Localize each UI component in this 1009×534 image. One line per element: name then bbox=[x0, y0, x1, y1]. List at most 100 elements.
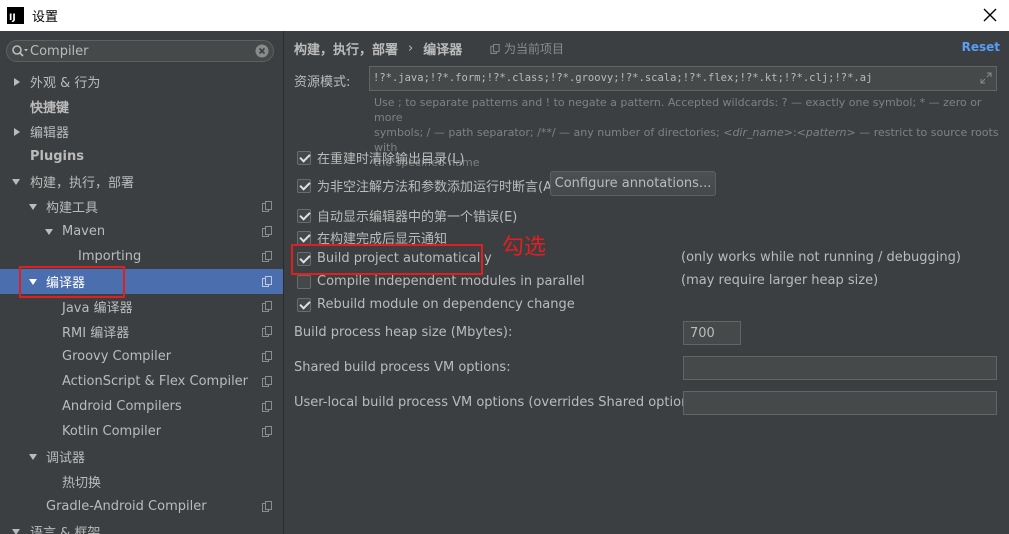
show-first-error-label: 自动显示编辑器中的第一个错误(E) bbox=[317, 210, 518, 225]
highlight-box-compiler bbox=[19, 266, 125, 298]
breadcrumb-current: 编译器 bbox=[423, 43, 463, 58]
tree-item-maven[interactable]: Maven bbox=[0, 219, 283, 244]
expand-right-icon[interactable] bbox=[12, 77, 22, 87]
project-copy-icon bbox=[262, 251, 272, 262]
resource-patterns-hint: Use ; to separate patterns and ! to nega… bbox=[374, 95, 999, 170]
tree-item-languages-frameworks[interactable]: 语言 & 框架 bbox=[0, 519, 283, 534]
compiler-settings-panel: 构建，执行，部署 › 编译器 为当前项目 Reset 资源模式: !?*.jav… bbox=[285, 31, 1009, 534]
tree-item-label: 外观 & 行为 bbox=[30, 76, 101, 91]
hint-line: the specified name bbox=[374, 156, 480, 169]
hint-line: symbols; / — path separator; /**/ — any … bbox=[374, 126, 999, 154]
tree-item-label: 编辑器 bbox=[30, 126, 70, 141]
window-title: 设置 bbox=[32, 10, 59, 25]
title-bar: IJ 设置 bbox=[0, 0, 1009, 31]
add-assertions-checkbox[interactable] bbox=[297, 178, 311, 193]
project-copy-icon bbox=[262, 401, 272, 412]
search-box[interactable] bbox=[6, 40, 274, 62]
tree-item-label: 调试器 bbox=[46, 451, 86, 466]
tree-item-label: 构建，执行，部署 bbox=[30, 176, 135, 191]
collapse-down-icon[interactable] bbox=[28, 202, 38, 212]
collapse-down-icon[interactable] bbox=[28, 452, 38, 462]
tree-item-rmi-compiler[interactable]: RMI 编译器 bbox=[0, 319, 283, 344]
expand-right-icon[interactable] bbox=[12, 127, 22, 137]
project-copy-icon bbox=[262, 376, 272, 387]
for-current-project-label: 为当前项目 bbox=[504, 42, 565, 56]
project-copy-icon bbox=[262, 301, 272, 312]
clear-output-option[interactable]: 在重建时清除输出目录(L) bbox=[297, 148, 464, 167]
hint-line: Use ; to separate patterns and ! to nega… bbox=[374, 96, 982, 124]
tree-item-editor[interactable]: 编辑器 bbox=[0, 119, 283, 144]
tree-item-label: 热切换 bbox=[62, 476, 102, 491]
tree-item-android-compilers[interactable]: Android Compilers bbox=[0, 394, 283, 419]
show-first-error-checkbox[interactable] bbox=[297, 208, 311, 223]
tree-item-label: ActionScript & Flex Compiler bbox=[62, 374, 249, 389]
tree-item-label: Kotlin Compiler bbox=[62, 424, 162, 439]
tree-item-label: 语言 & 框架 bbox=[30, 526, 101, 534]
tree-item-label: Groovy Compiler bbox=[62, 349, 172, 364]
rebuild-on-change-checkbox[interactable] bbox=[297, 297, 311, 312]
tree-item-groovy-compiler[interactable]: Groovy Compiler bbox=[0, 344, 283, 369]
heap-size-label: Build process heap size (Mbytes): bbox=[294, 325, 513, 340]
project-copy-icon bbox=[262, 426, 272, 437]
tree-item-label: Gradle-Android Compiler bbox=[46, 499, 207, 514]
search-icon[interactable] bbox=[11, 44, 29, 58]
close-icon[interactable] bbox=[980, 5, 1000, 25]
show-first-error-option[interactable]: 自动显示编辑器中的第一个错误(E) bbox=[297, 206, 517, 225]
user-vm-options-input[interactable] bbox=[683, 391, 997, 415]
heap-size-input[interactable] bbox=[683, 321, 741, 345]
tree-item-build-tools[interactable]: 构建工具 bbox=[0, 194, 283, 219]
tree-item-hotswap[interactable]: 热切换 bbox=[0, 469, 283, 494]
tree-item-appearance[interactable]: 外观 & 行为 bbox=[0, 69, 283, 94]
resource-patterns-label: 资源模式: bbox=[294, 75, 351, 90]
tree-item-label: Maven bbox=[62, 224, 106, 239]
compile-parallel-checkbox[interactable] bbox=[297, 274, 311, 289]
tree-item-plugins[interactable]: Plugins bbox=[0, 144, 283, 169]
reset-link[interactable]: Reset bbox=[962, 40, 1000, 54]
tree-item-build-execution-deployment[interactable]: 构建，执行，部署 bbox=[0, 169, 283, 194]
breadcrumb-parent: 构建，执行，部署 bbox=[294, 43, 399, 58]
shared-vm-options-input[interactable] bbox=[683, 356, 997, 380]
breadcrumb-separator: › bbox=[408, 41, 414, 56]
annotation-check-text: 勾选 bbox=[502, 235, 547, 260]
project-copy-icon bbox=[262, 201, 272, 212]
tree-item-actionscript-flex-compiler[interactable]: ActionScript & Flex Compiler bbox=[0, 369, 283, 394]
tree-item-gradle-android-compiler[interactable]: Gradle-Android Compiler bbox=[0, 494, 283, 519]
search-input[interactable] bbox=[30, 43, 240, 59]
collapse-down-icon[interactable] bbox=[11, 527, 21, 534]
tree-item-debugger[interactable]: 调试器 bbox=[0, 444, 283, 469]
expand-field-icon[interactable] bbox=[980, 72, 992, 84]
tree-item-label: Plugins bbox=[30, 149, 84, 164]
project-copy-icon bbox=[262, 351, 272, 362]
clear-search-icon[interactable] bbox=[255, 44, 269, 58]
clear-output-label: 在重建时清除输出目录(L) bbox=[317, 152, 465, 167]
tree-item-label: Android Compilers bbox=[62, 399, 182, 414]
resource-patterns-value: !?*.java;!?*.form;!?*.class;!?*.groovy;!… bbox=[373, 72, 873, 84]
build-automatically-note: (only works while not running / debuggin… bbox=[681, 250, 961, 265]
tree-item-label: 快捷键 bbox=[30, 101, 70, 116]
tree-item-kotlin-compiler[interactable]: Kotlin Compiler bbox=[0, 419, 283, 444]
project-copy-icon bbox=[262, 501, 272, 512]
tree-item-label: 构建工具 bbox=[46, 201, 99, 216]
compile-parallel-label: Compile independent modules in parallel bbox=[317, 274, 585, 289]
tree-item-label: RMI 编译器 bbox=[62, 326, 130, 341]
collapse-down-icon[interactable] bbox=[44, 227, 54, 237]
tree-item-label: Importing bbox=[78, 249, 142, 264]
add-assertions-option[interactable]: 为非空注解方法和参数添加运行时断言(A) bbox=[297, 176, 557, 195]
project-copy-icon bbox=[490, 43, 500, 54]
add-assertions-label: 为非空注解方法和参数添加运行时断言(A) bbox=[317, 180, 558, 195]
notify-after-build-checkbox[interactable] bbox=[297, 230, 311, 245]
compile-parallel-option[interactable]: Compile independent modules in parallel bbox=[297, 274, 585, 289]
project-copy-icon bbox=[262, 276, 272, 287]
clear-output-checkbox[interactable] bbox=[297, 150, 311, 165]
project-copy-icon bbox=[262, 326, 272, 337]
tree-item-keymap[interactable]: 快捷键 bbox=[0, 94, 283, 119]
tree-item-label: Java 编译器 bbox=[62, 301, 133, 316]
collapse-down-icon[interactable] bbox=[11, 177, 21, 187]
resource-patterns-input[interactable]: !?*.java;!?*.form;!?*.class;!?*.groovy;!… bbox=[369, 66, 997, 91]
configure-annotations-button[interactable]: Configure annotations... bbox=[550, 171, 716, 196]
breadcrumb: 构建，执行，部署 › 编译器 bbox=[294, 39, 462, 58]
compile-parallel-note: (may require larger heap size) bbox=[681, 273, 879, 288]
user-vm-options-label: User-local build process VM options (ove… bbox=[294, 395, 706, 410]
rebuild-on-change-option[interactable]: Rebuild module on dependency change bbox=[297, 297, 575, 312]
project-copy-icon bbox=[262, 226, 272, 237]
